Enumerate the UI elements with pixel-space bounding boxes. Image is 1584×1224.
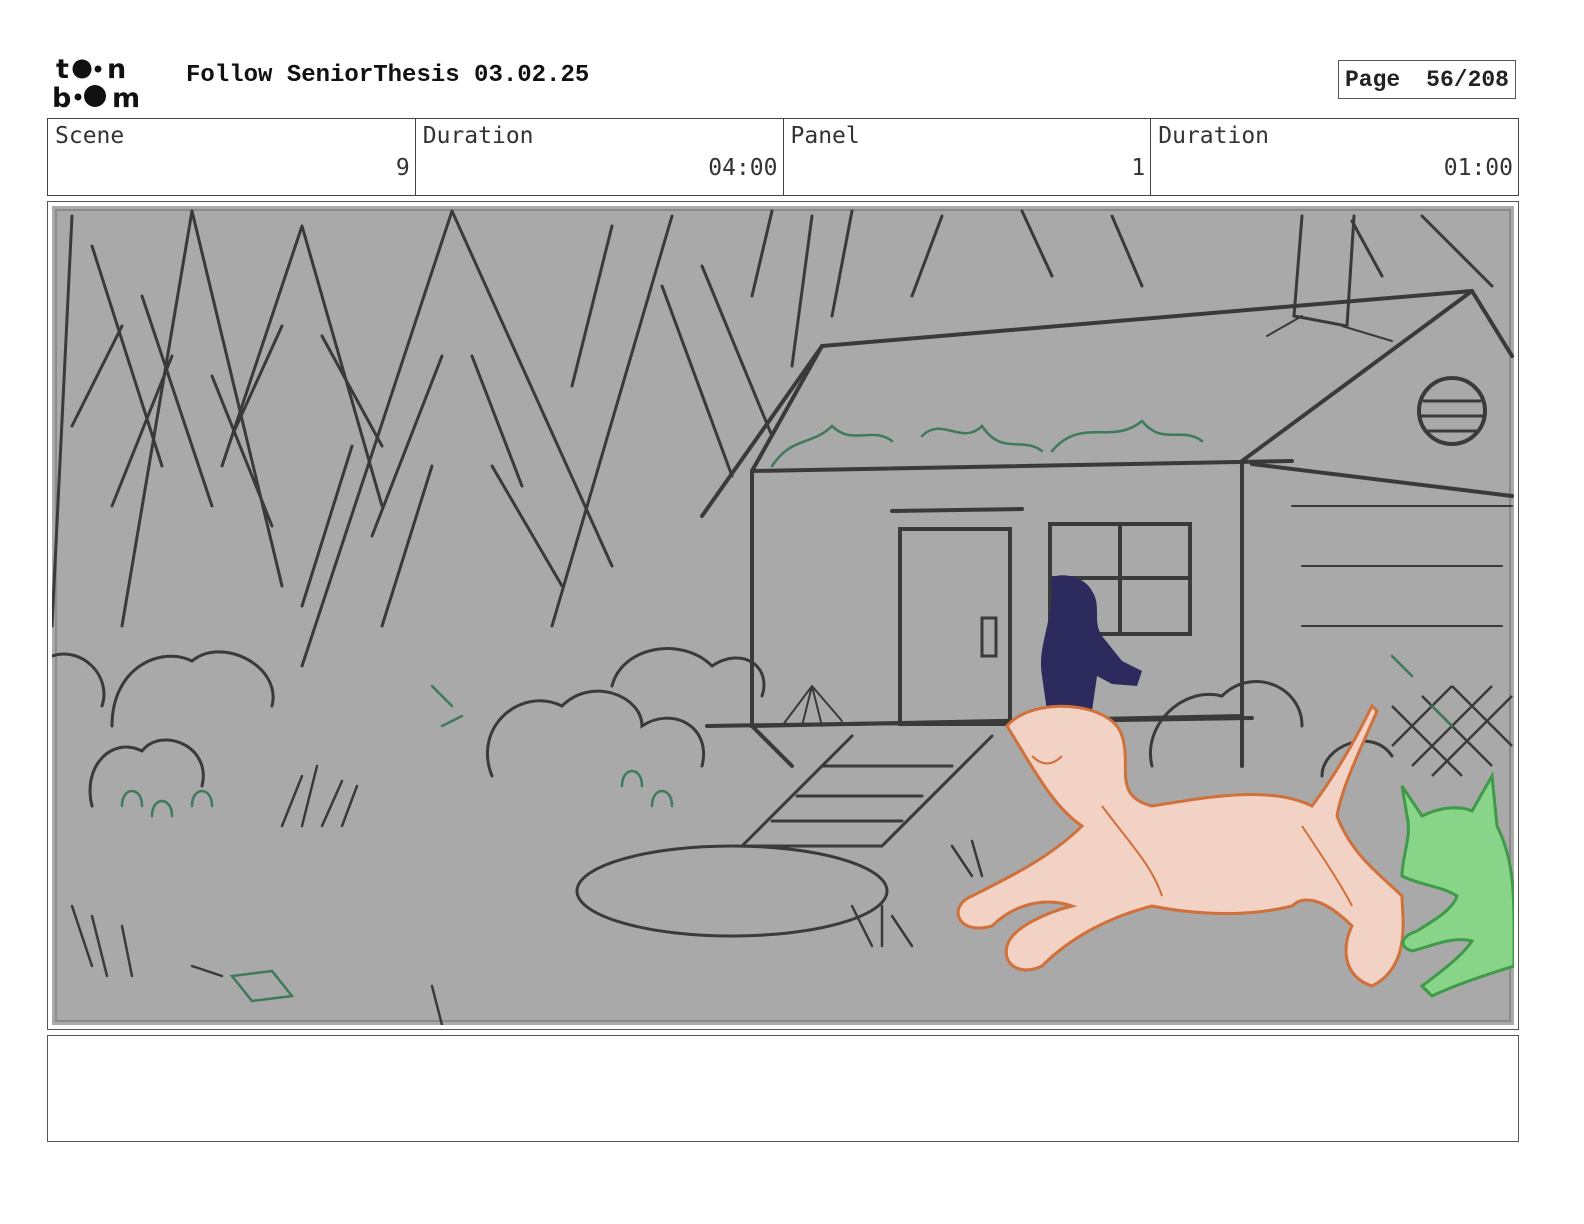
panel-label: Panel — [790, 123, 860, 149]
panel-duration-cell: Duration 01:00 — [1151, 119, 1518, 195]
svg-text:b: b — [52, 83, 71, 110]
svg-text:m: m — [112, 83, 140, 110]
panel-notes-box — [47, 1035, 1519, 1142]
scene-duration-label: Duration — [422, 123, 534, 149]
toon-boom-logo: t n b m — [52, 54, 140, 110]
panel-duration-value: 01:00 — [1443, 155, 1513, 181]
panel-info-row: Scene 9 Duration 04:00 Panel 1 Duration … — [47, 118, 1519, 196]
panel-cell: Panel 1 — [784, 119, 1152, 195]
storyboard-panel-frame — [47, 201, 1519, 1030]
scene-label: Scene — [55, 123, 125, 149]
scene-cell: Scene 9 — [48, 119, 416, 195]
page-number: 56/208 — [1426, 66, 1509, 93]
storyboard-sketch — [52, 206, 1514, 1025]
scene-duration-value: 04:00 — [708, 155, 778, 181]
page-label: Page — [1345, 66, 1401, 93]
panel-value: 1 — [1131, 155, 1146, 181]
page-indicator: Page 56/208 — [1338, 60, 1516, 99]
scene-value: 9 — [395, 155, 410, 181]
svg-text:n: n — [107, 54, 126, 85]
document-title: Follow SeniorThesis 03.02.25 — [186, 62, 590, 89]
scene-duration-cell: Duration 04:00 — [416, 119, 784, 195]
panel-duration-label: Duration — [1158, 123, 1270, 149]
svg-text:t: t — [56, 54, 69, 85]
